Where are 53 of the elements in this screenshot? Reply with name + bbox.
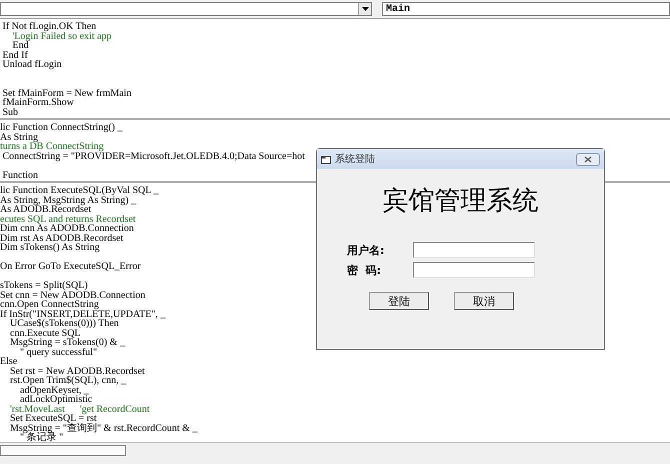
code-line: Dim sTokens() As String: [0, 243, 100, 252]
code-line: Sub: [2, 108, 18, 117]
code-line: lic Function ExecuteSQL(ByVal SQL _: [0, 186, 158, 196]
code-line: Set rst = New ADODB.Recordset: [9, 366, 145, 376]
code-line: sTokens = Split(SQL): [0, 281, 88, 290]
code-line: If Not fLogin.OK Then: [2, 22, 96, 32]
dropdown-arrow-icon: [362, 7, 368, 11]
code-line: " 条记录 ": [20, 433, 64, 442]
code-line: End: [12, 41, 29, 50]
code-comment: ecutes SQL and returns Recordset: [0, 214, 136, 224]
code-line: rst.Open Trim$(SQL), cnn, _: [9, 376, 126, 386]
window-icon: [321, 154, 331, 164]
code-line: As String, MsgString As String) _: [0, 196, 136, 205]
code-line: Else: [0, 357, 18, 366]
object-combo[interactable]: [0, 2, 372, 16]
code-line: As String: [0, 132, 38, 142]
close-icon: [584, 156, 592, 162]
code-line: On Error GoTo ExecuteSQL_Error: [0, 262, 141, 272]
scrollbar-thumb[interactable]: [0, 445, 126, 456]
code-line: Set cnn = New ADODB.Connection: [0, 290, 146, 300]
code-line: adLockOptimistic: [19, 395, 92, 404]
code-line: UCase$(sTokens(0))) Then: [10, 319, 119, 328]
input-field[interactable]: [413, 262, 535, 278]
code-line: MsgString = "查询到" & rst.RecordCount & _: [9, 424, 198, 433]
code-comment: 'rst.MoveLast 'get RecordCount: [9, 404, 150, 414]
code-comment: turns a DB ConnectString: [0, 142, 104, 152]
code-line: lic Function ConnectString() _: [0, 123, 122, 132]
code-line: adOpenKeyset, _: [20, 386, 89, 395]
code-line: cnn.Execute SQL: [9, 328, 81, 338]
close-button[interactable]: [576, 152, 600, 166]
dialog-button[interactable]: 登陆: [369, 292, 429, 310]
code-line: ConnectString = "PROVIDER=Microsoft.Jet.OLEDB.4.0;Data Source=hot: [2, 152, 305, 161]
code-line: Dim cnn As ADODB.Connection: [0, 224, 134, 234]
dialog-title: 系统登陆: [335, 152, 376, 166]
code-line: Unload fLogin: [2, 60, 62, 70]
dialog-button[interactable]: 取消: [454, 292, 514, 310]
code-line: If InStr("INSERT,DELETE,UPDATE", _: [0, 310, 166, 319]
code-line: Function: [2, 170, 38, 180]
code-line: As ADODB.Recordset: [0, 205, 92, 214]
input-field[interactable]: [413, 242, 535, 258]
code-line: fMainForm.Show: [2, 98, 74, 108]
code-line: End If: [2, 50, 28, 60]
field-label: 密 码:: [347, 262, 382, 278]
code-line: cnn.Open ConnectString: [0, 300, 99, 310]
app-heading: 宾馆管理系统: [382, 185, 540, 218]
code-line: " query successful": [20, 348, 98, 357]
code-line: Set fMainForm = New frmMain: [2, 88, 132, 98]
code-line: Set ExecuteSQL = rst: [9, 414, 97, 424]
code-line: Dim rst As ADODB.Recordset: [0, 234, 124, 243]
code-comment: 'Login Failed so exit app: [12, 32, 112, 41]
field-label: 用户名:: [347, 242, 386, 258]
code-line: MsgString = sTokens(0) & _: [9, 338, 125, 348]
procedure-combo[interactable]: Main: [382, 2, 670, 16]
